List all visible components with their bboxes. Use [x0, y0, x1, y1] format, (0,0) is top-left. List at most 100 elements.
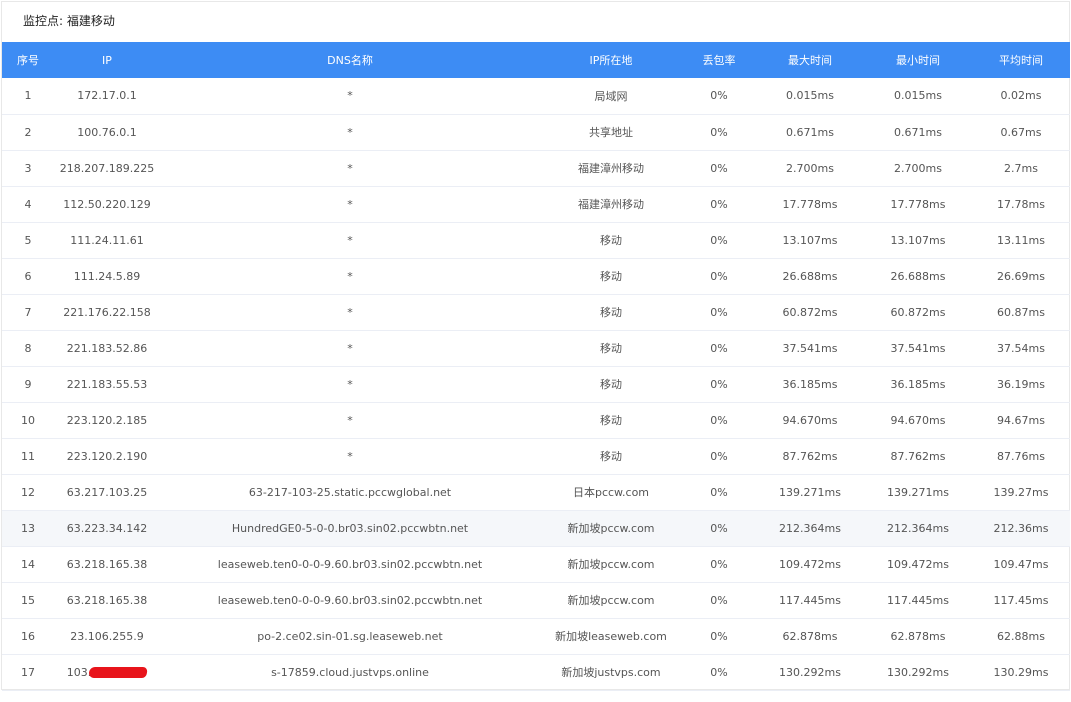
cell-max-time: 26.688ms — [782, 269, 838, 283]
table-row[interactable]: 1 172.17.0.1 * 局域网 0% 0.015ms 0.015ms 0.02ms — [2, 78, 1070, 114]
cell-ip: 223.120.2.185 — [66, 413, 148, 427]
cell-loss: 0% — [710, 521, 728, 535]
cell-min-time: 94.670ms — [890, 413, 946, 427]
cell-location: 移动 — [600, 342, 622, 355]
monitor-point-label: 监控点: — [23, 14, 64, 28]
column-header-min-time[interactable]: 最小时间 — [864, 42, 972, 78]
cell-max-time: 37.541ms — [782, 341, 838, 355]
cell-loss: 0% — [710, 557, 728, 571]
cell-avg-time: 13.11ms — [997, 233, 1045, 247]
cell-avg-time: 36.19ms — [997, 377, 1045, 391]
cell-avg-time: 94.67ms — [997, 413, 1045, 427]
cell-min-time: 36.185ms — [890, 377, 946, 391]
cell-min-time: 109.472ms — [887, 557, 949, 571]
cell-min-time: 87.762ms — [890, 449, 946, 463]
cell-hop: 6 — [24, 269, 32, 283]
cell-min-time: 130.292ms — [887, 665, 949, 679]
cell-max-time: 0.015ms — [786, 89, 834, 103]
cell-hop: 15 — [21, 593, 35, 607]
table-row[interactable]: 14 63.218.165.38 leaseweb.ten0-0-0-9.60.br… — [2, 546, 1070, 582]
cell-hop: 4 — [24, 197, 32, 211]
cell-dns: * — [347, 89, 353, 103]
cell-min-time: 60.872ms — [890, 305, 946, 319]
cell-max-time: 2.700ms — [786, 161, 834, 175]
cell-loss: 0% — [710, 269, 728, 283]
table-row[interactable]: 5 111.24.11.61 * 移动 0% 13.107ms 13.107ms 13.11m… — [2, 222, 1070, 258]
cell-location: 福建漳州移动 — [578, 198, 644, 211]
cell-location: 移动 — [600, 306, 622, 319]
column-header-loss[interactable]: 丢包率 — [682, 42, 756, 78]
cell-avg-time: 62.88ms — [997, 629, 1045, 643]
table-row[interactable]: 16 23.106.255.9 po-2.ce02.sin-01.sg.leasew… — [2, 618, 1070, 654]
cell-max-time: 62.878ms — [782, 629, 838, 643]
cell-hop: 3 — [24, 161, 32, 175]
cell-loss: 0% — [710, 125, 728, 139]
column-header-hop[interactable]: 序号 — [2, 42, 54, 78]
cell-max-time: 130.292ms — [779, 665, 841, 679]
cell-ip: 23.106.255.9 — [70, 629, 144, 643]
cell-ip: 63.218.165.38 — [66, 557, 148, 571]
table-row[interactable]: 10 223.120.2.185 * 移动 0% 94.670ms 94.670ms 94.6… — [2, 402, 1070, 438]
cell-location: 移动 — [600, 234, 622, 247]
cell-ip: 221.176.22.158 — [63, 305, 151, 319]
cell-hop: 13 — [21, 521, 35, 535]
cell-hop: 11 — [21, 449, 35, 463]
cell-min-time: 117.445ms — [887, 593, 949, 607]
cell-loss: 0% — [710, 89, 728, 103]
cell-max-time: 17.778ms — [782, 197, 838, 211]
table-row[interactable]: 17 103. s-17859.cloud.justvps.online 新加坡jus… — [2, 654, 1070, 690]
cell-avg-time: 109.47ms — [993, 557, 1049, 571]
cell-hop: 7 — [24, 305, 32, 319]
cell-avg-time: 0.02ms — [1000, 89, 1042, 103]
column-header-dns[interactable]: DNS名称 — [160, 42, 540, 78]
cell-min-time: 37.541ms — [890, 341, 946, 355]
cell-max-time: 117.445ms — [779, 593, 841, 607]
column-header-ip[interactable]: IP — [54, 42, 160, 78]
cell-avg-time: 26.69ms — [997, 269, 1045, 283]
cell-location: 移动 — [600, 450, 622, 463]
table-row[interactable]: 12 63.217.103.25 63-217-103-25.static.pccw… — [2, 474, 1070, 510]
cell-hop: 2 — [24, 125, 32, 139]
cell-ip: 111.24.11.61 — [70, 233, 144, 247]
cell-location: 新加坡pccw.com — [567, 594, 655, 607]
cell-location: 新加坡pccw.com — [567, 522, 655, 535]
table-row[interactable]: 7 221.176.22.158 * 移动 0% 60.872ms 60.872ms 60.8… — [2, 294, 1070, 330]
cell-dns: * — [347, 413, 353, 427]
table-row[interactable]: 6 111.24.5.89 * 移动 0% 26.688ms 26.688ms 26.69ms — [2, 258, 1070, 294]
cell-avg-time: 130.29ms — [993, 665, 1049, 679]
cell-avg-time: 37.54ms — [997, 341, 1045, 355]
cell-dns: * — [347, 125, 353, 139]
ip-partial-text: 103. — [66, 665, 92, 679]
table-row[interactable]: 3 218.207.189.225 * 福建漳州移动 0% 2.700ms 2.700ms 2… — [2, 150, 1070, 186]
column-header-avg-time[interactable]: 平均时间 — [972, 42, 1070, 78]
cell-loss: 0% — [710, 197, 728, 211]
table-row[interactable]: 15 63.218.165.38 leaseweb.ten0-0-0-9.60.br… — [2, 582, 1070, 618]
cell-min-time: 2.700ms — [894, 161, 942, 175]
table-row[interactable]: 9 221.183.55.53 * 移动 0% 36.185ms 36.185ms 36.19… — [2, 366, 1070, 402]
cell-ip: 223.120.2.190 — [66, 449, 148, 463]
column-header-location[interactable]: IP所在地 — [540, 42, 682, 78]
cell-loss: 0% — [710, 377, 728, 391]
cell-dns: * — [347, 341, 353, 355]
table-row[interactable]: 11 223.120.2.190 * 移动 0% 87.762ms 87.762ms 87.7… — [2, 438, 1070, 474]
cell-avg-time: 2.7ms — [1004, 161, 1038, 175]
table-row[interactable]: 4 112.50.220.129 * 福建漳州移动 0% 17.778ms 17.778ms… — [2, 186, 1070, 222]
cell-max-time: 139.271ms — [779, 485, 841, 499]
cell-ip: 221.183.52.86 — [66, 341, 148, 355]
cell-location: 新加坡leaseweb.com — [555, 630, 667, 643]
cell-hop: 5 — [24, 233, 32, 247]
cell-avg-time: 117.45ms — [993, 593, 1049, 607]
cell-dns: leaseweb.ten0-0-0-9.60.br03.sin02.pccwbt… — [217, 593, 483, 607]
cell-dns: 63-217-103-25.static.pccwglobal.net — [248, 485, 452, 499]
cell-avg-time: 60.87ms — [997, 305, 1045, 319]
cell-ip: 103. — [54, 654, 160, 690]
cell-hop: 9 — [24, 377, 32, 391]
column-header-max-time[interactable]: 最大时间 — [756, 42, 864, 78]
table-row[interactable]: 13 63.223.34.142 HundredGE0-5-0-0.br03.sin… — [2, 510, 1070, 546]
table-row[interactable]: 8 221.183.52.86 * 移动 0% 37.541ms 37.541ms 37.54… — [2, 330, 1070, 366]
monitor-point-header: 监控点: 福建移动 — [23, 13, 115, 29]
cell-location: 移动 — [600, 270, 622, 283]
cell-avg-time: 0.67ms — [1000, 125, 1042, 139]
table-row[interactable]: 2 100.76.0.1 * 共享地址 0% 0.671ms 0.671ms 0.67ms — [2, 114, 1070, 150]
cell-ip: 63.217.103.25 — [66, 485, 148, 499]
